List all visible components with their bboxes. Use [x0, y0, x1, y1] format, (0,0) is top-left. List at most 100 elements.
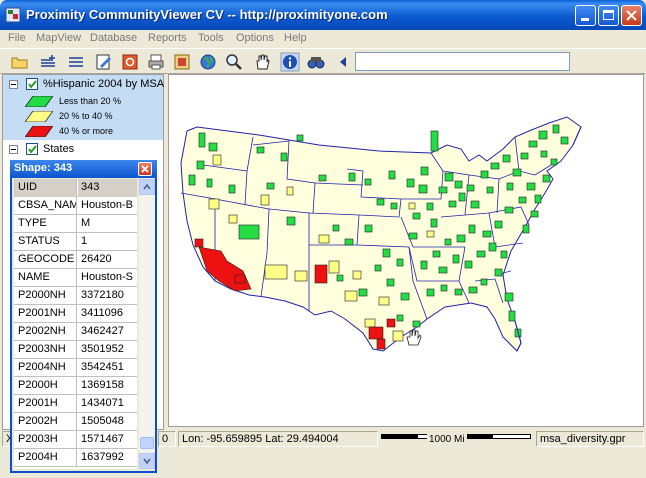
attribute-row[interactable]: CBSA_NAME Houston-B: [14, 197, 137, 215]
attribute-row[interactable]: P2002NH 3462427: [14, 323, 137, 341]
attribute-value: M: [81, 217, 91, 229]
attribute-row[interactable]: P2000H 1369158: [14, 377, 137, 395]
stop-button[interactable]: [120, 52, 140, 72]
layer-label-msa[interactable]: %Hispanic 2004 by MSA: [43, 78, 164, 90]
attribute-row[interactable]: P2002H 1505048: [14, 413, 137, 431]
layer-label-states[interactable]: States: [43, 143, 74, 155]
popup-title-bar[interactable]: Shape: 343: [10, 160, 157, 178]
menu-file[interactable]: File: [8, 32, 26, 44]
attribute-key: GEOCODE: [14, 251, 77, 269]
attribute-value: 1369158: [81, 379, 124, 391]
menu-database[interactable]: Database: [90, 32, 137, 44]
scroll-up-icon: [143, 183, 151, 190]
attribute-row[interactable]: P2004H 1637992: [14, 449, 137, 467]
app-window: Proximity CommunityViewer CV -- http://p…: [0, 0, 646, 478]
popup-close-button[interactable]: [138, 162, 152, 176]
scale-label: 1000 Mi: [427, 434, 467, 445]
menu-bar: File MapView Database Reports Tools Opti…: [0, 30, 646, 48]
info-icon: [280, 52, 300, 72]
close-button[interactable]: [621, 5, 642, 26]
attribute-key: P2002H: [14, 413, 77, 431]
menu-options[interactable]: Options: [236, 32, 274, 44]
swatch-mid: [25, 111, 53, 122]
info-button[interactable]: [280, 52, 300, 72]
scroll-thumb[interactable]: [140, 437, 154, 449]
layer-checkbox-states[interactable]: [26, 143, 38, 155]
swatch-low: [25, 96, 53, 107]
print-icon: [148, 54, 164, 70]
attribute-value: 3372180: [81, 289, 124, 301]
print-button[interactable]: [146, 52, 166, 72]
attribute-row[interactable]: TYPE M: [14, 215, 137, 233]
scale-bar: 1000 Mi: [381, 432, 531, 446]
layer-list-button[interactable]: [66, 52, 86, 72]
close-icon: [141, 165, 149, 173]
attribute-row[interactable]: NAME Houston-S: [14, 269, 137, 287]
layer-checkbox-msa[interactable]: [26, 78, 38, 90]
status-zoom: 0: [158, 431, 176, 447]
attribute-key: P2000H: [14, 377, 77, 395]
attribute-key: P2004NH: [14, 359, 77, 377]
attribute-row[interactable]: P2000NH 3372180: [14, 287, 137, 305]
edit-button[interactable]: [94, 52, 114, 72]
attribute-row[interactable]: P2003NH 3501952: [14, 341, 137, 359]
lon-label: Lon:: [182, 433, 204, 445]
zoom-button[interactable]: [224, 52, 244, 72]
attribute-key: NAME: [14, 269, 77, 287]
window-title: Proximity CommunityViewer CV -- http://p…: [26, 7, 388, 22]
lat-value: 29.494004: [286, 433, 339, 445]
checkmark-icon: [28, 80, 37, 89]
attribute-key: P2000NH: [14, 287, 77, 305]
attribute-value: 1571467: [81, 433, 124, 445]
stop-icon: [122, 54, 138, 70]
maximize-button[interactable]: [598, 5, 619, 26]
attribute-key: P2004H: [14, 449, 77, 467]
minimize-icon: [581, 18, 589, 21]
export-button[interactable]: [172, 52, 192, 72]
popup-scrollbar[interactable]: [139, 179, 155, 469]
attribute-key: P2001NH: [14, 305, 77, 323]
open-button[interactable]: [10, 52, 30, 72]
find-button[interactable]: [306, 52, 326, 72]
attribute-value: Houston-B: [81, 199, 133, 211]
maximize-icon: [603, 10, 614, 20]
map-canvas[interactable]: [168, 74, 644, 427]
menu-tools[interactable]: Tools: [198, 32, 224, 44]
menu-mapview[interactable]: MapView: [36, 32, 81, 44]
app-icon: [5, 7, 21, 23]
attribute-row[interactable]: UID 343: [14, 179, 137, 197]
attribute-row[interactable]: P2003H 1571467: [14, 431, 137, 449]
menu-reports[interactable]: Reports: [148, 32, 187, 44]
attribute-key: STATUS: [14, 233, 77, 251]
scroll-up-button[interactable]: [139, 179, 155, 195]
attribute-row[interactable]: P2001NH 3411096: [14, 305, 137, 323]
attribute-row[interactable]: GEOCODE 26420: [14, 251, 137, 269]
attribute-key: P2001H: [14, 395, 77, 413]
minimize-button[interactable]: [575, 5, 596, 26]
back-arrow-icon: [340, 57, 346, 67]
back-button[interactable]: [334, 52, 354, 72]
attribute-row[interactable]: P2001H 1434071: [14, 395, 137, 413]
add-layer-button[interactable]: [38, 52, 58, 72]
globe-button[interactable]: [198, 52, 218, 72]
pan-hand-icon: [256, 54, 270, 70]
lat-label: Lat:: [265, 433, 284, 445]
attribute-value: 26420: [81, 253, 112, 265]
popup-title: Shape: 343: [14, 162, 73, 174]
collapse-toggle-msa[interactable]: [9, 80, 18, 89]
us-msa-map[interactable]: [169, 75, 643, 426]
command-input[interactable]: [355, 52, 570, 71]
attribute-row[interactable]: P2004NH 3542451: [14, 359, 137, 377]
title-bar[interactable]: Proximity CommunityViewer CV -- http://p…: [0, 0, 646, 30]
zoom-icon: [226, 54, 242, 70]
collapse-toggle-states[interactable]: [9, 145, 18, 154]
export-icon: [174, 54, 190, 70]
attribute-value: 3501952: [81, 343, 124, 355]
scroll-down-button[interactable]: [139, 453, 155, 469]
attribute-value: Houston-S: [81, 271, 133, 283]
menu-help[interactable]: Help: [284, 32, 307, 44]
attribute-row[interactable]: STATUS 1: [14, 233, 137, 251]
close-icon: [626, 10, 637, 21]
pan-button[interactable]: [252, 52, 272, 72]
attribute-value: 3411096: [81, 307, 124, 319]
